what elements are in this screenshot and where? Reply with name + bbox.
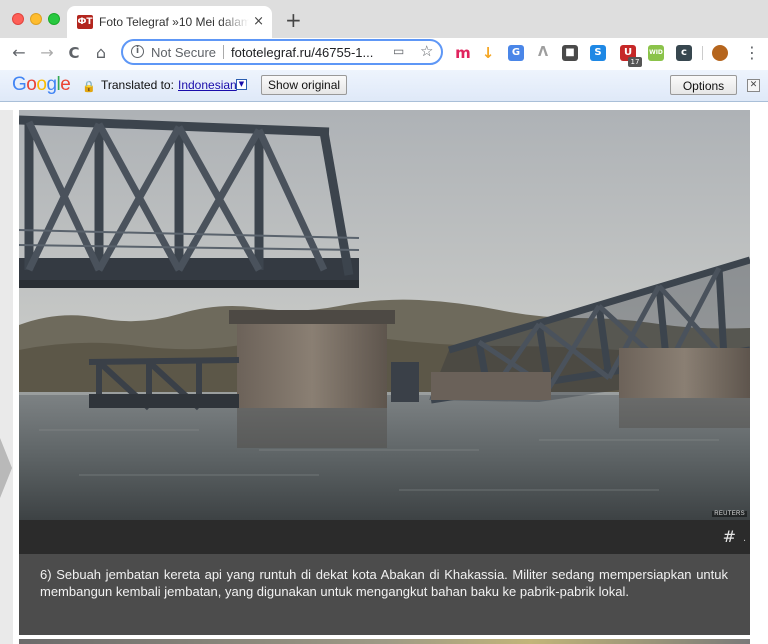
left-gutter — [0, 110, 13, 644]
photo-credit: REUTERS — [712, 511, 747, 517]
url-text[interactable]: fototelegraf.ru/46755-1... — [231, 45, 391, 60]
menu-kebab-icon[interactable]: ⋮ — [744, 43, 760, 63]
translate-extension-icon[interactable]: G — [508, 45, 524, 61]
permalink-trailing-dot: . — [742, 532, 746, 544]
reload-icon[interactable]: C — [64, 43, 84, 63]
bookmark-star-icon[interactable]: ☆ — [420, 42, 433, 60]
google-logo-letter: G — [12, 74, 27, 95]
translate-close-icon[interactable]: ✕ — [747, 79, 760, 92]
security-label[interactable]: Not Secure — [151, 45, 216, 60]
photo-card: REUTERS # . 6) Sebuah jembatan kereta ap… — [19, 110, 750, 635]
show-original-button[interactable]: Show original — [261, 75, 348, 95]
page-content: REUTERS # . 6) Sebuah jembatan kereta ap… — [0, 102, 768, 644]
permalink-hash-link[interactable]: # — [723, 527, 736, 546]
dark-extension-icon[interactable]: ■ — [562, 45, 578, 61]
new-tab-icon[interactable]: + — [285, 10, 302, 30]
minimize-window-button[interactable] — [30, 13, 42, 25]
translate-bar: Google 🔒 Translated to: Indonesian ▼ Sho… — [0, 70, 768, 112]
previous-photo-arrow-icon[interactable] — [0, 438, 12, 498]
tab-foto-telegraf[interactable]: ФТ Foto Telegraf »10 Mei dalam foto × — [67, 6, 272, 38]
address-bar[interactable]: i Not Secure fototelegraf.ru/46755-1... … — [121, 39, 443, 65]
collapsed-bridge-photo[interactable]: REUTERS — [19, 110, 750, 520]
omnibox-divider — [223, 45, 224, 59]
photo-toolbar: # . — [19, 520, 750, 554]
wid-extension-icon[interactable]: WID — [648, 45, 664, 61]
translated-to-label: Translated to: — [101, 78, 174, 92]
m-extension-icon[interactable]: m — [455, 45, 471, 61]
next-photo-preview — [19, 639, 750, 644]
photo-illustration — [19, 110, 750, 520]
google-logo-letter: o — [36, 74, 47, 95]
maximize-window-button[interactable] — [48, 13, 60, 25]
language-dropdown-icon[interactable]: ▼ — [236, 79, 247, 90]
google-logo: Google — [12, 74, 71, 96]
vector-extension-icon[interactable]: Λ — [535, 45, 551, 61]
back-arrow-icon[interactable]: ← — [9, 43, 29, 63]
extensions-divider — [702, 46, 703, 60]
home-icon[interactable]: ⌂ — [91, 43, 111, 63]
options-button[interactable]: Options ▼ — [670, 75, 737, 112]
google-logo-letter: e — [60, 74, 71, 95]
info-icon[interactable]: i — [131, 45, 144, 58]
tab-close-icon[interactable]: × — [253, 14, 264, 30]
tab-title: Foto Telegraf »10 Mei dalam foto — [99, 15, 249, 29]
avatar-extension-icon[interactable]: ● — [712, 45, 728, 61]
forward-arrow-icon[interactable]: → — [37, 43, 57, 63]
favicon-icon: ФТ — [77, 15, 93, 29]
extension-badge: 17 — [628, 57, 642, 67]
c-extension-icon[interactable]: c — [676, 45, 692, 61]
cast-icon[interactable]: ▭ — [393, 44, 404, 58]
s-extension-icon[interactable]: S — [590, 45, 606, 61]
tab-strip: ФТ Foto Telegraf »10 Mei dalam foto × + — [0, 0, 768, 38]
google-logo-letter: g — [46, 74, 57, 95]
download-arrow-icon[interactable]: ↓ — [480, 45, 496, 61]
lock-icon: 🔒 — [82, 80, 96, 93]
close-window-button[interactable] — [12, 13, 24, 25]
google-logo-letter: o — [26, 74, 37, 95]
target-language-link[interactable]: Indonesian — [178, 78, 237, 92]
photo-caption: 6) Sebuah jembatan kereta api yang runtu… — [40, 567, 728, 599]
